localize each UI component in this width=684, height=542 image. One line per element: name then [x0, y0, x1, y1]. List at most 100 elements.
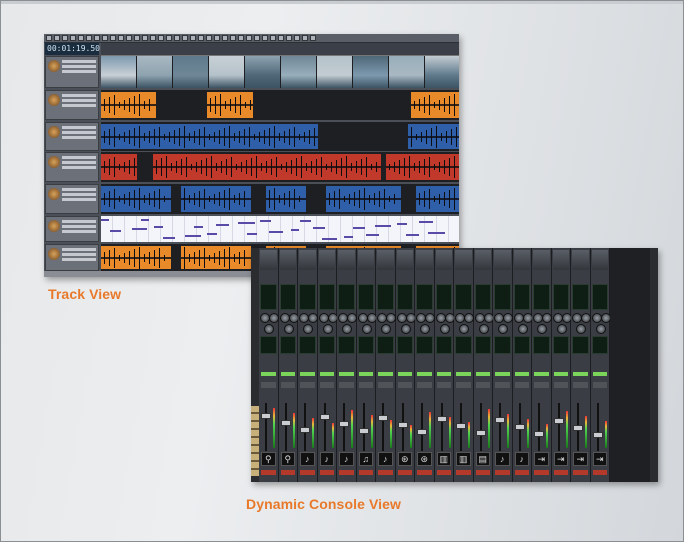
routing-button[interactable] — [436, 382, 451, 388]
toolbar-button[interactable] — [62, 35, 68, 41]
routing-button[interactable] — [553, 382, 568, 388]
console-channel-strip[interactable]: ⇥ — [532, 248, 552, 482]
track-header[interactable] — [45, 184, 99, 214]
console-channel-strip[interactable]: ♪ — [493, 248, 513, 482]
console-side-tabs[interactable] — [251, 406, 259, 476]
console-channel-strip[interactable]: ⚲ — [278, 248, 299, 482]
toolbar-button[interactable] — [206, 35, 212, 41]
track-control[interactable] — [62, 65, 96, 68]
toolbar-button[interactable] — [246, 35, 252, 41]
fader-handle[interactable] — [514, 424, 525, 430]
eq-knob[interactable] — [327, 313, 338, 323]
toolbar-button[interactable] — [230, 35, 236, 41]
console-channel-strip[interactable]: ♪ — [376, 248, 396, 482]
fader-handle[interactable] — [397, 422, 408, 428]
track-control[interactable] — [62, 99, 96, 102]
eq-knob[interactable] — [522, 313, 533, 323]
eq-knob[interactable] — [581, 313, 591, 323]
eq-knob[interactable] — [347, 313, 357, 323]
routing-button[interactable] — [573, 382, 588, 388]
toolbar-button[interactable] — [278, 35, 284, 41]
send-knob[interactable] — [498, 324, 508, 334]
fader-handle[interactable] — [280, 420, 291, 426]
track-header[interactable] — [45, 216, 99, 242]
console-channel-strip[interactable]: ♪ — [512, 248, 533, 482]
toolbar-button[interactable] — [198, 35, 204, 41]
track-control[interactable] — [62, 248, 96, 251]
eq-knob[interactable] — [483, 313, 494, 323]
console-channel-strip[interactable]: ⇥ — [590, 248, 611, 482]
routing-button[interactable] — [378, 382, 393, 388]
toolbar-button[interactable] — [78, 35, 84, 41]
routing-button[interactable] — [358, 382, 373, 388]
track-header[interactable] — [45, 152, 99, 182]
send-knob[interactable] — [342, 324, 352, 334]
toolbar-button[interactable] — [222, 35, 228, 41]
midi-track-lane[interactable] — [101, 216, 459, 242]
track-control[interactable] — [62, 225, 96, 228]
toolbar-button[interactable] — [190, 35, 196, 41]
track-control[interactable] — [62, 188, 96, 191]
routing-button[interactable] — [300, 382, 315, 388]
audio-track-lane[interactable] — [101, 184, 459, 214]
fader-handle[interactable] — [358, 428, 369, 434]
routing-button[interactable] — [592, 382, 607, 388]
track-control[interactable] — [62, 60, 96, 63]
toolbar-button[interactable] — [126, 35, 132, 41]
fader-handle[interactable] — [573, 425, 583, 431]
track-header[interactable] — [45, 90, 99, 120]
eq-knob[interactable] — [542, 313, 552, 323]
console-channel-strip[interactable]: ♪ — [298, 248, 318, 482]
track-control[interactable] — [62, 104, 96, 107]
fader-handle[interactable] — [378, 415, 388, 421]
toolbar-button[interactable] — [310, 35, 316, 41]
track-control[interactable] — [62, 230, 96, 233]
eq-knob[interactable] — [308, 313, 318, 323]
track-header[interactable] — [45, 244, 99, 271]
send-knob[interactable] — [459, 324, 469, 334]
toolbar-button[interactable] — [158, 35, 164, 41]
audio-track-lane[interactable] — [101, 90, 459, 120]
fader-handle[interactable] — [417, 429, 427, 435]
track-control[interactable] — [62, 136, 96, 139]
send-knob[interactable] — [517, 324, 528, 334]
eq-knob[interactable] — [600, 313, 611, 323]
track-control[interactable] — [62, 156, 96, 159]
toolbar-button[interactable] — [150, 35, 156, 41]
track-control[interactable] — [62, 70, 96, 73]
send-knob[interactable] — [381, 324, 391, 334]
toolbar-button[interactable] — [102, 35, 108, 41]
eq-knob[interactable] — [464, 313, 474, 323]
send-knob[interactable] — [556, 324, 567, 334]
send-knob[interactable] — [420, 324, 430, 334]
send-knob[interactable] — [264, 324, 274, 334]
track-control[interactable] — [62, 166, 96, 169]
toolbar-button[interactable] — [174, 35, 180, 41]
fader-handle[interactable] — [592, 432, 603, 438]
console-channel-strip[interactable]: ⚲ — [259, 248, 279, 482]
toolbar-button[interactable] — [94, 35, 100, 41]
send-knob[interactable] — [478, 324, 489, 334]
toolbar-button[interactable] — [294, 35, 300, 41]
toolbar-button[interactable] — [54, 35, 60, 41]
toolbar-button[interactable] — [254, 35, 260, 41]
toolbar-button[interactable] — [262, 35, 268, 41]
console-channel-strip[interactable]: ▤ — [473, 248, 494, 482]
toolbar-button[interactable] — [134, 35, 140, 41]
track-control[interactable] — [62, 126, 96, 129]
track-control[interactable] — [62, 220, 96, 223]
send-knob[interactable] — [361, 324, 372, 334]
toolbar-button[interactable] — [118, 35, 124, 41]
console-channel-strip[interactable]: ♪ — [337, 248, 357, 482]
console-channel-strip[interactable]: ♪ — [317, 248, 338, 482]
console-channel-strip[interactable]: ⊛ — [395, 248, 416, 482]
toolbar-button[interactable] — [46, 35, 52, 41]
routing-button[interactable] — [280, 382, 295, 388]
fader-handle[interactable] — [475, 430, 486, 436]
routing-button[interactable] — [397, 382, 412, 388]
track-control[interactable] — [62, 94, 96, 97]
routing-button[interactable] — [514, 382, 529, 388]
routing-button[interactable] — [261, 382, 276, 388]
console-channel-strip[interactable]: ⇥ — [551, 248, 572, 482]
track-control[interactable] — [62, 198, 96, 201]
